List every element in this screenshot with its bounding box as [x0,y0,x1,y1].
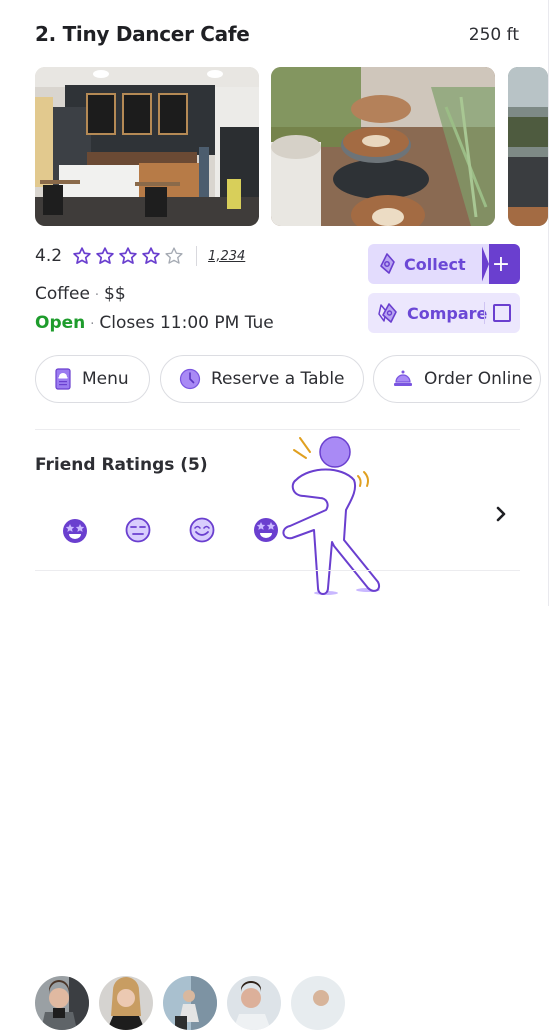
collect-label: Collect [404,254,466,274]
menu-label: Menu [82,369,129,389]
menu-book-icon [54,368,72,390]
clock-icon [179,368,201,390]
avatar-photo [291,976,345,1030]
star-rating [72,246,184,266]
listing-title[interactable]: 2. Tiny Dancer Cafe [35,22,250,46]
dancer-illustration [280,430,400,606]
friend-ratings-next-button[interactable] [495,505,507,527]
star-filled-icon [73,247,91,264]
rating-row: 4.2 1,234 [35,246,245,266]
cafe-interior-photo[interactable] [35,67,259,226]
reserve-table-label: Reserve a Table [211,369,345,389]
compare-label: Compare [407,303,488,323]
star-filled-icon [142,247,160,264]
rating-value: 4.2 [35,246,63,266]
separator-dot: · [90,317,95,332]
hours-row: Open · Closes 11:00 PM Tue [35,313,274,333]
latte-cups-photo[interactable] [271,67,495,226]
add-to-collection-button[interactable]: + [481,244,520,284]
category-label: Coffee [35,284,90,304]
friend-ratings-title[interactable]: Friend Ratings (5) [35,455,208,475]
distance-label: 250 ft [468,25,519,45]
avatar-photo [99,976,153,1030]
star-empty-icon [165,247,183,264]
price-level: $$ [104,284,126,304]
compare-checkbox[interactable] [493,304,511,322]
order-online-label: Order Online [424,369,533,389]
scrollbar-track[interactable] [548,0,549,606]
collect-button[interactable]: Collect + [368,244,520,284]
greenhouse-cafe-photo[interactable] [508,67,548,226]
star-filled-icon [96,247,114,264]
section-divider [35,429,520,430]
star-eyes-emoji-icon [252,516,280,548]
collection-pin-icon [380,253,395,274]
smiling-face-emoji-icon [188,516,216,548]
reserve-table-button[interactable]: Reserve a Table [160,355,364,403]
service-bell-icon [392,369,414,389]
compare-divider [484,302,485,324]
neutral-face-emoji-icon [124,516,152,548]
open-status: Open [35,313,86,333]
menu-button[interactable]: Menu [35,355,150,403]
closing-hours: Closes 11:00 PM Tue [99,313,274,333]
rating-divider [196,246,198,266]
category-price-row: Coffee · $$ [35,284,126,304]
separator-dot: · [94,288,100,303]
star-filled-icon [119,247,137,264]
chevron-right-icon [496,506,506,522]
compare-pins-icon [378,303,397,323]
avatar-photo [163,976,217,1030]
compare-button[interactable]: Compare [368,293,520,333]
order-online-button[interactable]: Order Online [373,355,541,403]
avatar-photo [227,976,281,1030]
section-divider [35,570,520,571]
avatar-photo [35,976,89,1030]
star-eyes-emoji-icon [60,516,90,550]
review-count-link[interactable]: 1,234 [208,249,245,264]
